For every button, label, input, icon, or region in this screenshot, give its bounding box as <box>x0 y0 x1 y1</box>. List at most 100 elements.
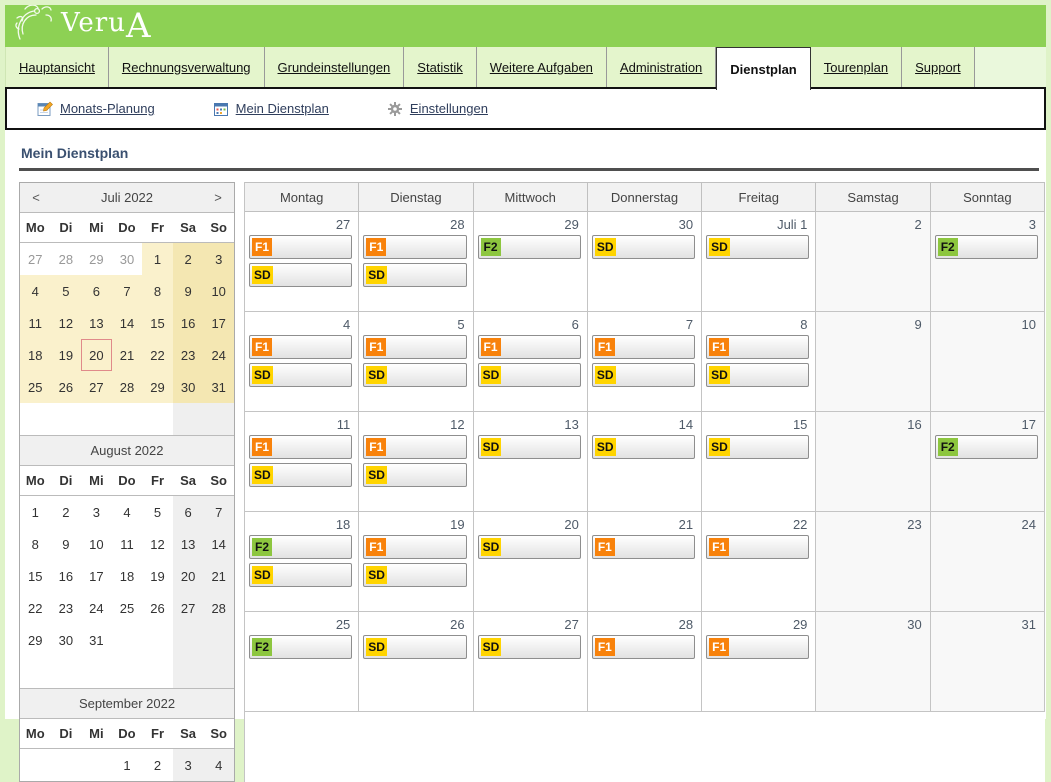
mini-day[interactable]: 1 <box>142 243 173 276</box>
calendar-day-cell[interactable]: 6F1SD <box>474 312 588 412</box>
tab-support[interactable]: Support <box>902 47 975 87</box>
tab-statistik[interactable]: Statistik <box>404 47 477 87</box>
mini-day[interactable]: 16 <box>173 307 204 339</box>
mini-day[interactable]: 2 <box>142 749 173 782</box>
mini-day[interactable]: 23 <box>51 592 82 624</box>
shift-entry-sd[interactable]: SD <box>478 635 581 659</box>
shift-entry-f1[interactable]: F1 <box>592 635 695 659</box>
shift-entry-f1[interactable]: F1 <box>249 435 352 459</box>
shift-entry-f1[interactable]: F1 <box>363 535 466 559</box>
mini-day[interactable]: 17 <box>81 560 112 592</box>
mini-day[interactable]: 27 <box>81 371 112 403</box>
mini-day[interactable]: 10 <box>203 275 234 307</box>
mini-day[interactable]: 7 <box>203 496 234 529</box>
shift-entry-f1[interactable]: F1 <box>249 335 352 359</box>
mini-day[interactable]: 5 <box>142 496 173 529</box>
calendar-day-cell[interactable]: 21F1 <box>588 512 702 612</box>
mini-day[interactable]: 28 <box>203 592 234 624</box>
mini-day[interactable]: 15 <box>20 560 51 592</box>
mini-day[interactable]: 2 <box>51 496 82 529</box>
calendar-day-cell[interactable]: 19F1SD <box>359 512 473 612</box>
mini-day[interactable]: 31 <box>203 371 234 403</box>
shift-entry-f2[interactable]: F2 <box>935 435 1038 459</box>
mini-day[interactable]: 8 <box>142 275 173 307</box>
mini-day[interactable]: 5 <box>51 275 82 307</box>
mini-day[interactable]: 22 <box>142 339 173 371</box>
mini-day[interactable]: 26 <box>142 592 173 624</box>
mini-day[interactable]: 27 <box>173 592 204 624</box>
mini-day[interactable]: 14 <box>112 307 143 339</box>
mini-day[interactable]: 8 <box>20 528 51 560</box>
tab-administration[interactable]: Administration <box>607 47 716 87</box>
calendar-day-cell[interactable]: 29F2 <box>474 212 588 312</box>
shift-entry-sd[interactable]: SD <box>363 363 466 387</box>
mini-day[interactable]: 17 <box>203 307 234 339</box>
shift-entry-sd[interactable]: SD <box>706 235 809 259</box>
mini-day[interactable]: 3 <box>173 749 204 782</box>
shift-entry-sd[interactable]: SD <box>249 263 352 287</box>
mini-day[interactable]: 9 <box>173 275 204 307</box>
calendar-day-cell[interactable]: 12F1SD <box>359 412 473 512</box>
shift-entry-sd[interactable]: SD <box>249 363 352 387</box>
mini-day[interactable]: 18 <box>112 560 143 592</box>
calendar-day-cell[interactable]: 31 <box>931 612 1045 712</box>
shift-entry-sd[interactable]: SD <box>592 235 695 259</box>
calendar-day-cell[interactable]: 2 <box>816 212 930 312</box>
shift-entry-f2[interactable]: F2 <box>935 235 1038 259</box>
shift-entry-sd[interactable]: SD <box>592 363 695 387</box>
calendar-day-cell[interactable]: 11F1SD <box>245 412 359 512</box>
calendar-day-cell[interactable]: 17F2 <box>931 412 1045 512</box>
shift-entry-f1[interactable]: F1 <box>478 335 581 359</box>
calendar-day-cell[interactable]: 4F1SD <box>245 312 359 412</box>
mini-day[interactable]: 29 <box>142 371 173 403</box>
toolbar-item-monats-planung[interactable]: Monats-Planung <box>37 101 155 117</box>
mini-day[interactable]: 2 <box>173 243 204 276</box>
calendar-day-cell[interactable]: 26SD <box>359 612 473 712</box>
mini-day[interactable]: 23 <box>173 339 204 371</box>
shift-entry-sd[interactable]: SD <box>478 535 581 559</box>
shift-entry-sd[interactable]: SD <box>363 563 466 587</box>
mini-day[interactable]: 21 <box>112 339 143 371</box>
shift-entry-f1[interactable]: F1 <box>706 335 809 359</box>
shift-entry-sd[interactable]: SD <box>706 435 809 459</box>
calendar-day-cell[interactable]: 15SD <box>702 412 816 512</box>
calendar-day-cell[interactable]: 23 <box>816 512 930 612</box>
mini-day[interactable]: 31 <box>81 624 112 656</box>
shift-entry-sd[interactable]: SD <box>249 463 352 487</box>
calendar-day-cell[interactable]: 28F1 <box>588 612 702 712</box>
mini-day[interactable]: 6 <box>173 496 204 529</box>
shift-entry-sd[interactable]: SD <box>478 435 581 459</box>
mini-day[interactable]: 11 <box>112 528 143 560</box>
mini-day[interactable]: 12 <box>51 307 82 339</box>
shift-entry-f1[interactable]: F1 <box>249 235 352 259</box>
mini-day[interactable]: 20 <box>173 560 204 592</box>
mini-day[interactable]: 6 <box>81 275 112 307</box>
mini-day[interactable]: 22 <box>20 592 51 624</box>
tab-hauptansicht[interactable]: Hauptansicht <box>5 47 109 87</box>
calendar-day-cell[interactable]: 8F1SD <box>702 312 816 412</box>
tab-weitere-aufgaben[interactable]: Weitere Aufgaben <box>477 47 607 87</box>
shift-entry-sd[interactable]: SD <box>592 435 695 459</box>
shift-entry-sd[interactable]: SD <box>478 363 581 387</box>
calendar-day-cell[interactable]: 29F1 <box>702 612 816 712</box>
mini-day[interactable]: 18 <box>20 339 51 371</box>
tab-tourenplan[interactable]: Tourenplan <box>811 47 902 87</box>
calendar-day-cell[interactable]: 9 <box>816 312 930 412</box>
calendar-day-cell[interactable]: 30 <box>816 612 930 712</box>
shift-entry-f2[interactable]: F2 <box>249 535 352 559</box>
shift-entry-sd[interactable]: SD <box>706 363 809 387</box>
tab-rechnungsverwaltung[interactable]: Rechnungsverwaltung <box>109 47 265 87</box>
calendar-day-cell[interactable]: 28F1SD <box>359 212 473 312</box>
mini-day[interactable]: 1 <box>112 749 143 782</box>
mini-day-today[interactable]: 20 <box>81 339 112 371</box>
mini-day[interactable]: 30 <box>173 371 204 403</box>
toolbar-item-mein-dienstplan[interactable]: Mein Dienstplan <box>213 101 329 117</box>
calendar-day-cell[interactable]: 18F2SD <box>245 512 359 612</box>
mini-day[interactable]: 13 <box>173 528 204 560</box>
shift-entry-f1[interactable]: F1 <box>592 335 695 359</box>
mini-day[interactable]: 12 <box>142 528 173 560</box>
mini-day[interactable]: 3 <box>203 243 234 276</box>
mini-day[interactable]: 4 <box>20 275 51 307</box>
mini-day[interactable]: 25 <box>20 371 51 403</box>
mini-day[interactable]: 30 <box>51 624 82 656</box>
